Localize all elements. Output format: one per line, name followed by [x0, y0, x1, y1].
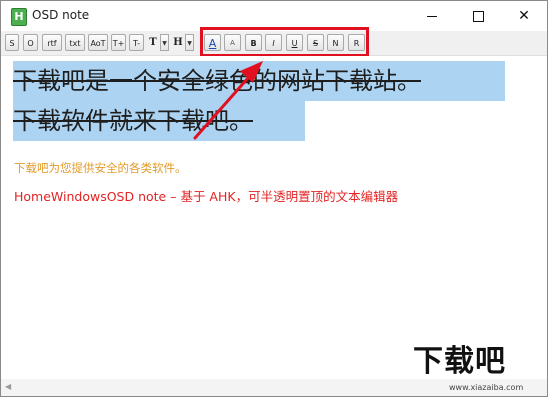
editor-line-4: HomeWindowsOSD note – 基于 AHK，可半透明置顶的文本编辑… — [14, 189, 399, 204]
editor-line-2: 下载软件就来下载吧。 — [13, 101, 305, 141]
app-window: H OSD note ✕ S O rtf txt AoT T+ T- T ▼ H… — [0, 0, 548, 397]
watermark: 下载吧 www.xiazaiba.com — [413, 341, 547, 396]
format-buttons-highlight — [200, 27, 369, 57]
heading-button[interactable]: H — [172, 34, 184, 51]
transparency-decrease-button[interactable]: T- — [129, 34, 144, 51]
minimize-icon — [427, 15, 437, 17]
maximize-icon — [472, 10, 484, 22]
font-dropdown-icon[interactable]: ▼ — [160, 34, 169, 51]
maximize-button[interactable] — [455, 1, 501, 31]
app-icon: H — [11, 8, 27, 26]
scroll-left-icon[interactable]: ◀ — [5, 382, 11, 391]
save-button[interactable]: S — [5, 34, 19, 51]
minimize-button[interactable] — [409, 1, 455, 31]
heading-dropdown-icon[interactable]: ▼ — [185, 34, 194, 51]
font-button[interactable]: T — [147, 34, 159, 51]
save-rtf-button[interactable]: rtf — [42, 34, 62, 51]
save-txt-button[interactable]: txt — [65, 34, 85, 51]
text-editor[interactable]: 下载吧是一个安全绿色的网站下载站。 下载软件就来下载吧。 下载吧为您提供安全的各… — [1, 56, 547, 379]
open-button[interactable]: O — [23, 34, 38, 51]
transparency-increase-button[interactable]: T+ — [111, 34, 126, 51]
editor-line-3: 下载吧为您提供安全的各类软件。 — [14, 161, 187, 175]
always-on-top-button[interactable]: AoT — [88, 34, 108, 51]
watermark-url: www.xiazaiba.com — [449, 383, 524, 392]
watermark-logo: 下载吧 — [413, 344, 506, 379]
close-button[interactable]: ✕ — [501, 1, 547, 31]
editor-line-1: 下载吧是一个安全绿色的网站下载站。 — [13, 61, 505, 101]
close-icon: ✕ — [518, 8, 530, 24]
window-title: OSD note — [32, 8, 90, 22]
